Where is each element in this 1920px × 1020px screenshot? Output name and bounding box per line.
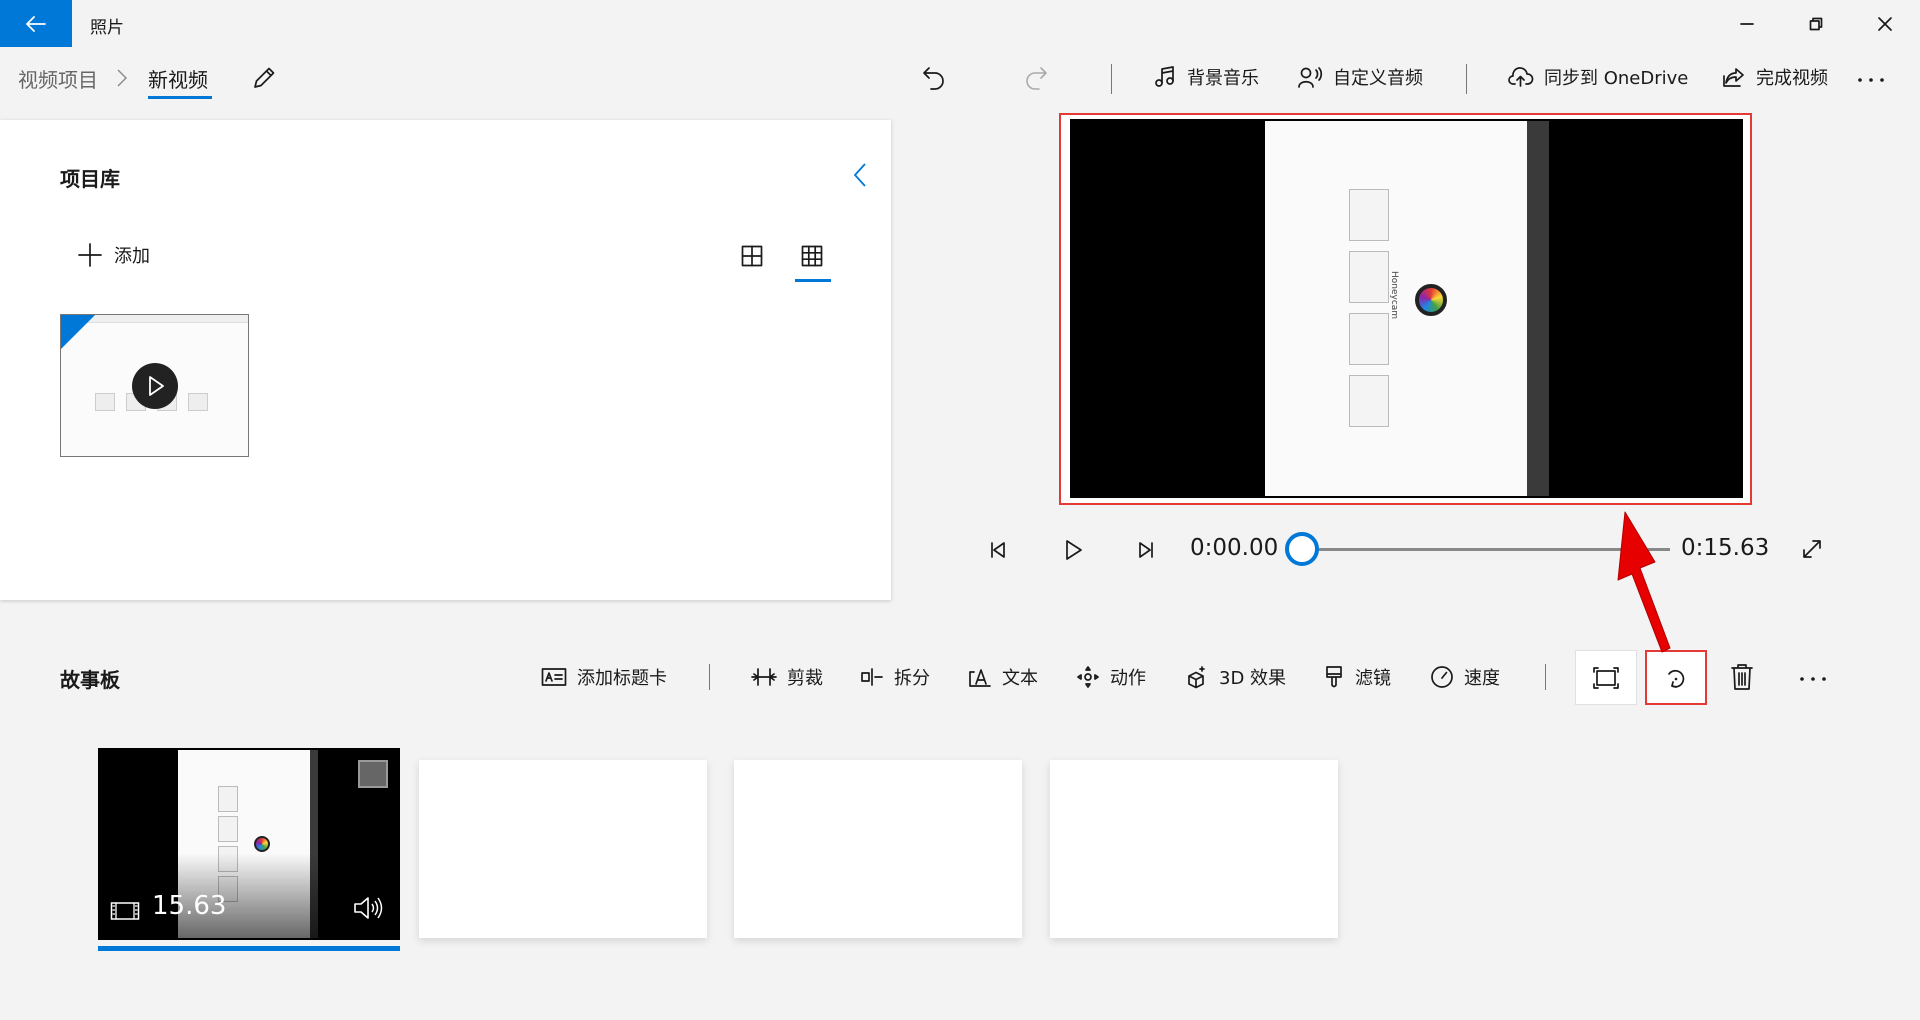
pencil-icon[interactable] xyxy=(251,65,277,91)
empty-storyboard-slot xyxy=(419,760,707,938)
speed-button[interactable]: 速度 xyxy=(1430,660,1500,694)
breadcrumb-current-video[interactable]: 新视频 xyxy=(148,64,208,93)
empty-storyboard-slot xyxy=(734,760,1022,938)
title-bar: 照片 xyxy=(0,0,1920,48)
volume-icon[interactable] xyxy=(352,894,384,922)
more-dots-icon xyxy=(1858,78,1884,82)
more-options-button[interactable] xyxy=(1853,62,1889,98)
fullscreen-expand-icon[interactable] xyxy=(1801,538,1823,560)
project-library-title: 项目库 xyxy=(60,167,120,191)
custom-audio-label: 自定义音频 xyxy=(1333,68,1423,89)
music-note-icon xyxy=(1155,66,1174,87)
rotate-icon xyxy=(1668,669,1685,688)
app-title: 照片 xyxy=(90,18,124,38)
storyboard-divider xyxy=(709,664,710,690)
minimize-button[interactable] xyxy=(1716,0,1778,48)
more-dots-icon xyxy=(1800,677,1826,681)
text-button[interactable]: 文本 xyxy=(968,660,1038,694)
preview-rotated-screen: Honeycam xyxy=(1265,121,1549,496)
film-strip-icon xyxy=(110,902,140,920)
small-grid-view-icon[interactable] xyxy=(801,245,823,267)
text-icon xyxy=(969,669,991,687)
breadcrumb-active-indicator xyxy=(148,96,212,99)
breadcrumb-video-projects[interactable]: 视频项目 xyxy=(18,64,98,93)
paint-brush-icon xyxy=(1326,666,1342,688)
3d-effects-button[interactable]: 3D 效果 xyxy=(1185,660,1286,694)
total-duration: 0:15.63 xyxy=(1681,535,1770,561)
background-music-button[interactable]: 背景音乐 xyxy=(1153,60,1259,94)
project-library-panel: 项目库 添加 xyxy=(0,120,891,600)
person-audio-icon xyxy=(1298,67,1323,88)
arrow-left-icon xyxy=(26,15,46,32)
storyboard-title: 故事板 xyxy=(60,668,120,692)
selected-view-indicator xyxy=(795,279,831,282)
honeycam-brand-text: Honeycam xyxy=(1389,271,1399,320)
title-card-icon xyxy=(541,668,567,686)
motion-button[interactable]: 动作 xyxy=(1076,660,1146,694)
sync-onedrive-label: 同步到 OneDrive xyxy=(1544,68,1689,89)
next-frame-icon[interactable] xyxy=(1134,539,1156,561)
storyboard-divider xyxy=(1545,664,1546,690)
clip-select-checkbox[interactable] xyxy=(358,760,388,788)
share-icon xyxy=(1723,68,1744,87)
background-music-label: 背景音乐 xyxy=(1187,68,1259,89)
redo-icon[interactable] xyxy=(1022,63,1050,91)
trim-label: 剪裁 xyxy=(787,668,823,689)
add-media-label: 添加 xyxy=(114,246,150,267)
toolbar-divider xyxy=(1466,64,1467,94)
finish-video-label: 完成视频 xyxy=(1756,68,1828,89)
sync-onedrive-button[interactable]: 同步到 OneDrive xyxy=(1508,60,1688,94)
split-label: 拆分 xyxy=(894,668,930,689)
play-overlay-icon xyxy=(132,363,178,409)
collapse-chevron-icon[interactable] xyxy=(852,162,868,188)
motion-label: 动作 xyxy=(1110,668,1146,689)
3d-effects-label: 3D 效果 xyxy=(1219,668,1287,689)
empty-storyboard-slot xyxy=(1050,760,1338,938)
honeycam-logo xyxy=(1415,284,1447,316)
close-button[interactable] xyxy=(1854,0,1916,48)
cube-sparkle-icon xyxy=(1188,666,1205,689)
motion-icon xyxy=(1077,666,1099,688)
plus-icon xyxy=(78,243,102,267)
chevron-right-icon xyxy=(117,69,127,87)
storyboard-more-button[interactable] xyxy=(1795,662,1831,696)
trim-icon xyxy=(751,668,777,686)
speed-label: 速度 xyxy=(1464,668,1500,689)
custom-audio-button[interactable]: 自定义音频 xyxy=(1297,60,1423,94)
video-preview[interactable]: Honeycam xyxy=(1070,119,1743,498)
finish-video-button[interactable]: 完成视频 xyxy=(1722,60,1828,94)
add-title-card-label: 添加标题卡 xyxy=(577,668,667,689)
selected-clip-indicator xyxy=(98,946,400,951)
split-icon xyxy=(861,668,883,686)
cloud-upload-icon xyxy=(1508,67,1534,87)
resize-frame-icon xyxy=(1593,666,1619,689)
restore-button[interactable] xyxy=(1785,0,1847,48)
new-item-corner-badge xyxy=(61,315,95,349)
speedometer-icon xyxy=(1431,666,1453,688)
text-label: 文本 xyxy=(1002,668,1038,689)
library-clip-thumbnail[interactable] xyxy=(60,314,249,457)
storyboard-clip[interactable]: 15.63 xyxy=(98,748,400,940)
restore-icon xyxy=(1809,17,1823,31)
close-icon xyxy=(1878,17,1892,31)
add-title-card-button[interactable]: 添加标题卡 xyxy=(541,660,667,694)
play-icon[interactable] xyxy=(1062,538,1084,562)
large-grid-view-icon[interactable] xyxy=(741,245,763,267)
clip-duration: 15.63 xyxy=(152,891,227,921)
split-button[interactable]: 拆分 xyxy=(860,660,930,694)
back-button[interactable] xyxy=(0,0,72,47)
previous-frame-icon[interactable] xyxy=(988,539,1010,561)
trash-icon[interactable] xyxy=(1730,663,1754,691)
undo-icon[interactable] xyxy=(920,63,948,91)
seek-bar-thumb[interactable] xyxy=(1285,532,1319,566)
filters-label: 滤镜 xyxy=(1355,668,1391,689)
trim-button[interactable]: 剪裁 xyxy=(751,660,823,694)
minimize-icon xyxy=(1740,23,1754,25)
callout-arrow-annotation xyxy=(1617,511,1671,653)
current-time: 0:00.00 xyxy=(1190,535,1279,561)
toolbar-divider xyxy=(1111,64,1112,94)
add-media-button[interactable]: 添加 xyxy=(78,242,150,268)
filters-button[interactable]: 滤镜 xyxy=(1323,660,1391,694)
